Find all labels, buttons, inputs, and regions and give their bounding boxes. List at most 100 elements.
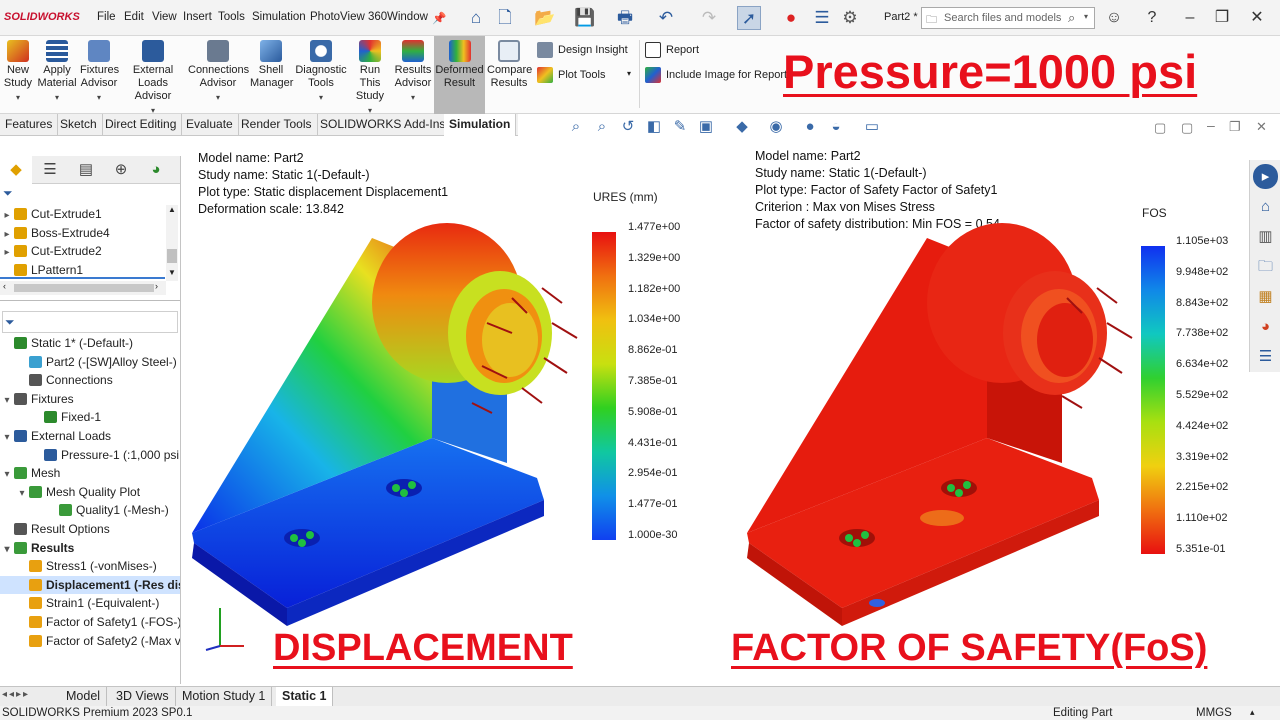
study-tree-item[interactable]: Stress1 (-vonMises-): [0, 557, 180, 576]
apply-scene-icon[interactable]: ◒: [825, 116, 847, 138]
magnifier-icon[interactable]: ⌕: [1068, 10, 1075, 26]
dimxpert-tab-icon[interactable]: ⊕: [105, 156, 137, 184]
feature-manager-tab-icon[interactable]: ◆: [0, 156, 32, 184]
view-settings-icon[interactable]: ▭: [861, 116, 883, 138]
minimize-icon[interactable]: –: [1178, 6, 1202, 30]
study-tree-item[interactable]: ▾ External Loads: [0, 427, 180, 446]
home-icon[interactable]: ⌂: [464, 6, 488, 30]
search-box[interactable]: 🗀 Search files and models ⌕ ▾: [921, 7, 1095, 29]
run-this-study-button[interactable]: Run This Study ▾: [350, 36, 390, 115]
scroll-left-icon[interactable]: ‹: [3, 281, 6, 291]
study-tree-item[interactable]: Connections: [0, 371, 180, 390]
solidworks-resources-icon[interactable]: ▸: [1253, 164, 1278, 189]
connections-advisor-button[interactable]: Connections Advisor ▾: [188, 36, 249, 114]
expand-toggle-icon[interactable]: ▾: [0, 541, 14, 559]
menu-window[interactable]: Window: [387, 11, 428, 23]
units-dropdown-icon[interactable]: ▴: [1250, 705, 1255, 719]
results-advisor-button[interactable]: Results Advisor ▾: [394, 36, 432, 114]
compare-results-button[interactable]: Compare Results: [487, 36, 532, 114]
doc-close-icon[interactable]: ✕: [1256, 119, 1267, 135]
display-manager-tab-icon[interactable]: ◕: [140, 156, 172, 184]
study-tree-item[interactable]: Factor of Safety1 (-FOS-): [0, 613, 180, 632]
select-cursor-icon[interactable]: ➚: [737, 6, 761, 30]
fixtures-advisor-button[interactable]: Fixtures Advisor ▾: [80, 36, 119, 114]
tab-model[interactable]: Model: [60, 687, 108, 706]
tab-direct-editing[interactable]: Direct Editing: [100, 114, 183, 136]
configuration-manager-tab-icon[interactable]: ▤: [70, 156, 102, 184]
study-tree-item[interactable]: Quality1 (-Mesh-): [0, 501, 180, 520]
dynamic-annotation-icon[interactable]: ✎: [669, 116, 691, 138]
study-tree-item[interactable]: Static 1* (-Default-): [0, 334, 180, 353]
expand-panel-icon[interactable]: ▢: [1181, 120, 1193, 136]
restore-icon[interactable]: ❐: [1210, 6, 1234, 30]
feature-tree-vscrollbar[interactable]: ▲ ▼: [166, 205, 178, 281]
solidworks-logo[interactable]: SOLIDWORKS: [4, 11, 80, 23]
include-image-button[interactable]: Include Image for Report: [645, 67, 787, 83]
close-icon[interactable]: ✕: [1245, 6, 1269, 30]
units-text[interactable]: MMGS: [1196, 706, 1232, 720]
doc-restore-icon[interactable]: ❐: [1229, 119, 1241, 135]
plot-tools-button[interactable]: Plot Tools: [537, 67, 606, 83]
tree-item-cut-extrude2[interactable]: ▸ Cut-Extrude2: [0, 242, 165, 261]
menu-insert[interactable]: Insert: [183, 11, 212, 23]
study-filter-box[interactable]: ⏷: [2, 311, 178, 333]
tree-item-boss-extrude4[interactable]: ▸ Boss-Extrude4: [0, 224, 165, 243]
expand-toggle-icon[interactable]: ▾: [15, 485, 29, 503]
previous-view-icon[interactable]: ↺: [617, 116, 639, 138]
shell-manager-button[interactable]: Shell Manager: [250, 36, 293, 114]
custom-properties-icon[interactable]: ☰: [1253, 344, 1278, 369]
menu-simulation[interactable]: Simulation: [252, 11, 306, 23]
study-tree-item[interactable]: ▾ Results: [0, 539, 180, 558]
plot-tools-dropdown-icon[interactable]: ▾: [627, 69, 631, 78]
search-input-placeholder[interactable]: Search files and models: [944, 12, 1061, 24]
menu-tools[interactable]: Tools: [218, 11, 245, 23]
tab-evaluate[interactable]: Evaluate: [181, 114, 239, 136]
hscroll-thumb[interactable]: [14, 284, 154, 292]
displacement-model-svg[interactable]: [182, 138, 602, 658]
study-tree-item[interactable]: Factor of Safety2 (-Max vo: [0, 632, 180, 651]
panel-icon[interactable]: ▢: [1154, 120, 1166, 136]
study-tree-item[interactable]: Fixed-1: [0, 408, 180, 427]
apply-material-button[interactable]: Apply Material ▾: [36, 36, 78, 114]
tab-features[interactable]: Features: [0, 114, 59, 136]
file-properties-icon[interactable]: ☰: [810, 6, 834, 30]
view-palette-icon[interactable]: ▦: [1253, 284, 1278, 309]
study-tree-item[interactable]: ▾ Mesh: [0, 464, 180, 483]
expand-toggle-icon[interactable]: ▾: [0, 429, 14, 447]
scroll-right-icon[interactable]: ›: [155, 281, 158, 291]
open-folder-icon[interactable]: 📂: [533, 6, 557, 30]
design-insight-button[interactable]: Design Insight: [537, 42, 628, 58]
external-loads-advisor-button[interactable]: External Loads Advisor ▾: [120, 36, 186, 115]
search-dropdown-icon[interactable]: ▾: [1084, 12, 1088, 21]
study-tree-item[interactable]: Displacement1 (-Res disp: [0, 575, 180, 595]
deformed-result-button[interactable]: Deformed Result: [434, 36, 485, 114]
study-tree-item[interactable]: Result Options: [0, 520, 180, 539]
expand-toggle-icon[interactable]: ▾: [0, 392, 14, 410]
undo-icon[interactable]: ↶: [654, 6, 678, 30]
tab-sketch[interactable]: Sketch: [55, 114, 103, 136]
study-tree-item[interactable]: Strain1 (-Equivalent-): [0, 594, 180, 613]
redo-icon[interactable]: ↷: [697, 6, 721, 30]
user-account-icon[interactable]: ☺: [1102, 6, 1126, 30]
hide-show-items-icon[interactable]: ◉: [765, 116, 787, 138]
scroll-up-icon[interactable]: ▲: [168, 205, 176, 214]
edit-appearance-icon[interactable]: ●: [799, 116, 821, 138]
menu-file[interactable]: File: [97, 11, 116, 23]
property-manager-tab-icon[interactable]: ☰: [34, 156, 66, 184]
filter-icon[interactable]: ⏷: [3, 186, 13, 201]
print-icon[interactable]: 🖶: [613, 6, 637, 30]
new-document-icon[interactable]: 🗋: [493, 6, 517, 30]
doc-minimize-icon[interactable]: –: [1207, 117, 1215, 133]
study-tree-item[interactable]: Part2 (-[SW]Alloy Steel-): [0, 353, 180, 372]
tab-addins[interactable]: SOLIDWORKS Add-Ins: [315, 114, 452, 136]
help-icon[interactable]: ?: [1140, 6, 1164, 30]
new-study-button[interactable]: New Study ▾: [2, 36, 34, 114]
zoom-to-area-icon[interactable]: ⌕: [591, 116, 613, 138]
pin-icon[interactable]: 📌: [432, 11, 446, 25]
tab-render-tools[interactable]: Render Tools: [236, 114, 318, 136]
display-style-icon[interactable]: ◆: [731, 116, 753, 138]
file-explorer-icon[interactable]: 🗀: [1253, 254, 1278, 279]
report-button[interactable]: Report: [645, 42, 699, 58]
appearances-icon[interactable]: ◕: [1253, 314, 1278, 339]
view-orientation-icon[interactable]: ▣: [695, 116, 717, 138]
